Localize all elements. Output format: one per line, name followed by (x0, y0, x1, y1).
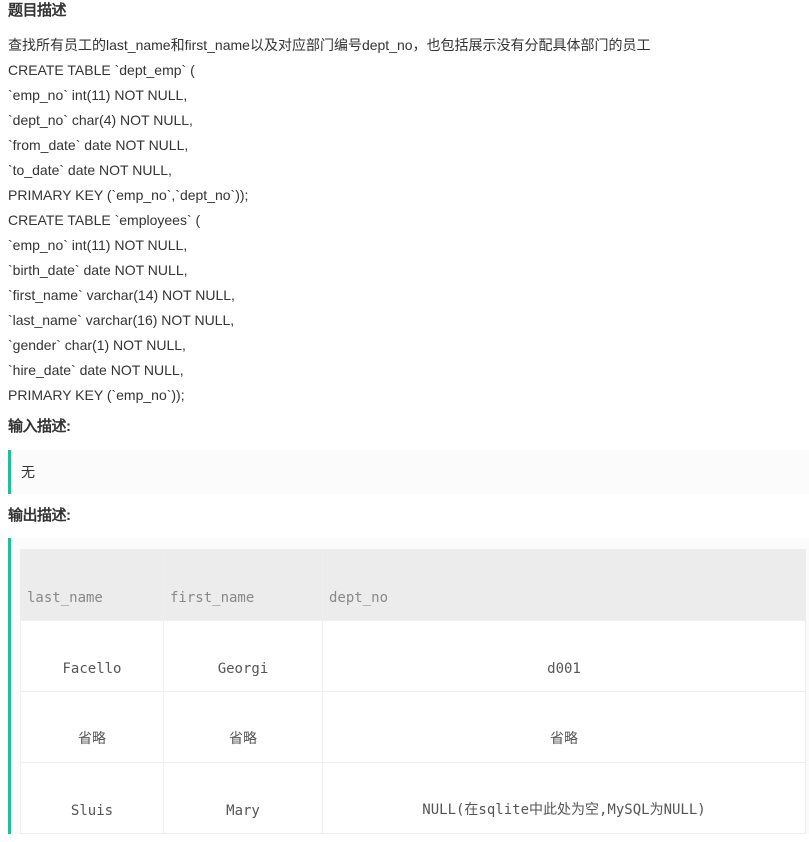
column-header-last-name: last_name (20, 549, 164, 621)
table-cell: Mary (163, 762, 323, 834)
column-header-first-name: first_name (163, 549, 323, 621)
table-row: 省略 省略 省略 (20, 691, 806, 763)
sql-line: PRIMARY KEY (`emp_no`)); (8, 387, 185, 403)
description-text: 查找所有员工的last_name和first_name以及对应部门编号dept_… (8, 37, 651, 53)
input-description-box: 无 (8, 450, 809, 494)
input-description-value: 无 (21, 464, 35, 480)
input-description-title: 输入描述: (8, 418, 71, 435)
output-description-title: 输出描述: (8, 507, 71, 524)
output-table: last_name first_name dept_no Facello Geo… (20, 549, 806, 834)
sql-line: PRIMARY KEY (`emp_no`,`dept_no`)); (8, 187, 249, 203)
sql-line: `emp_no` int(11) NOT NULL, (8, 237, 188, 253)
table-cell: Georgi (163, 620, 323, 692)
sql-line: `hire_date` date NOT NULL, (8, 362, 184, 378)
sql-line: `last_name` varchar(16) NOT NULL, (8, 312, 235, 328)
table-cell: Sluis (20, 762, 164, 834)
table-cell: d001 (322, 620, 806, 692)
sql-line: `gender` char(1) NOT NULL, (8, 337, 186, 353)
table-cell: 省略 (163, 691, 323, 763)
table-header-row: last_name first_name dept_no (20, 549, 806, 621)
table-cell: 省略 (322, 691, 806, 763)
sql-line: `to_date` date NOT NULL, (8, 162, 172, 178)
problem-title: 题目描述 (8, 2, 67, 19)
sql-line: `from_date` date NOT NULL, (8, 137, 189, 153)
sql-line: `dept_no` char(4) NOT NULL, (8, 112, 193, 128)
description-block: 查找所有员工的last_name和first_name以及对应部门编号dept_… (8, 33, 809, 408)
sql-line: CREATE TABLE `dept_emp` ( (8, 62, 195, 78)
table-cell: NULL(在sqlite中此处为空,MySQL为NULL) (322, 762, 806, 834)
output-description-box: last_name first_name dept_no Facello Geo… (8, 538, 809, 834)
sql-line: CREATE TABLE `employees` ( (8, 212, 201, 228)
sql-line: `first_name` varchar(14) NOT NULL, (8, 287, 235, 303)
problem-page: 题目描述 查找所有员工的last_name和first_name以及对应部门编号… (8, 0, 809, 834)
column-header-dept-no: dept_no (322, 549, 806, 621)
table-cell: Facello (20, 620, 164, 692)
table-row: Sluis Mary NULL(在sqlite中此处为空,MySQL为NULL) (20, 762, 806, 834)
table-row: Facello Georgi d001 (20, 620, 806, 692)
table-cell: 省略 (20, 691, 164, 763)
sql-line: `birth_date` date NOT NULL, (8, 262, 188, 278)
sql-line: `emp_no` int(11) NOT NULL, (8, 87, 188, 103)
